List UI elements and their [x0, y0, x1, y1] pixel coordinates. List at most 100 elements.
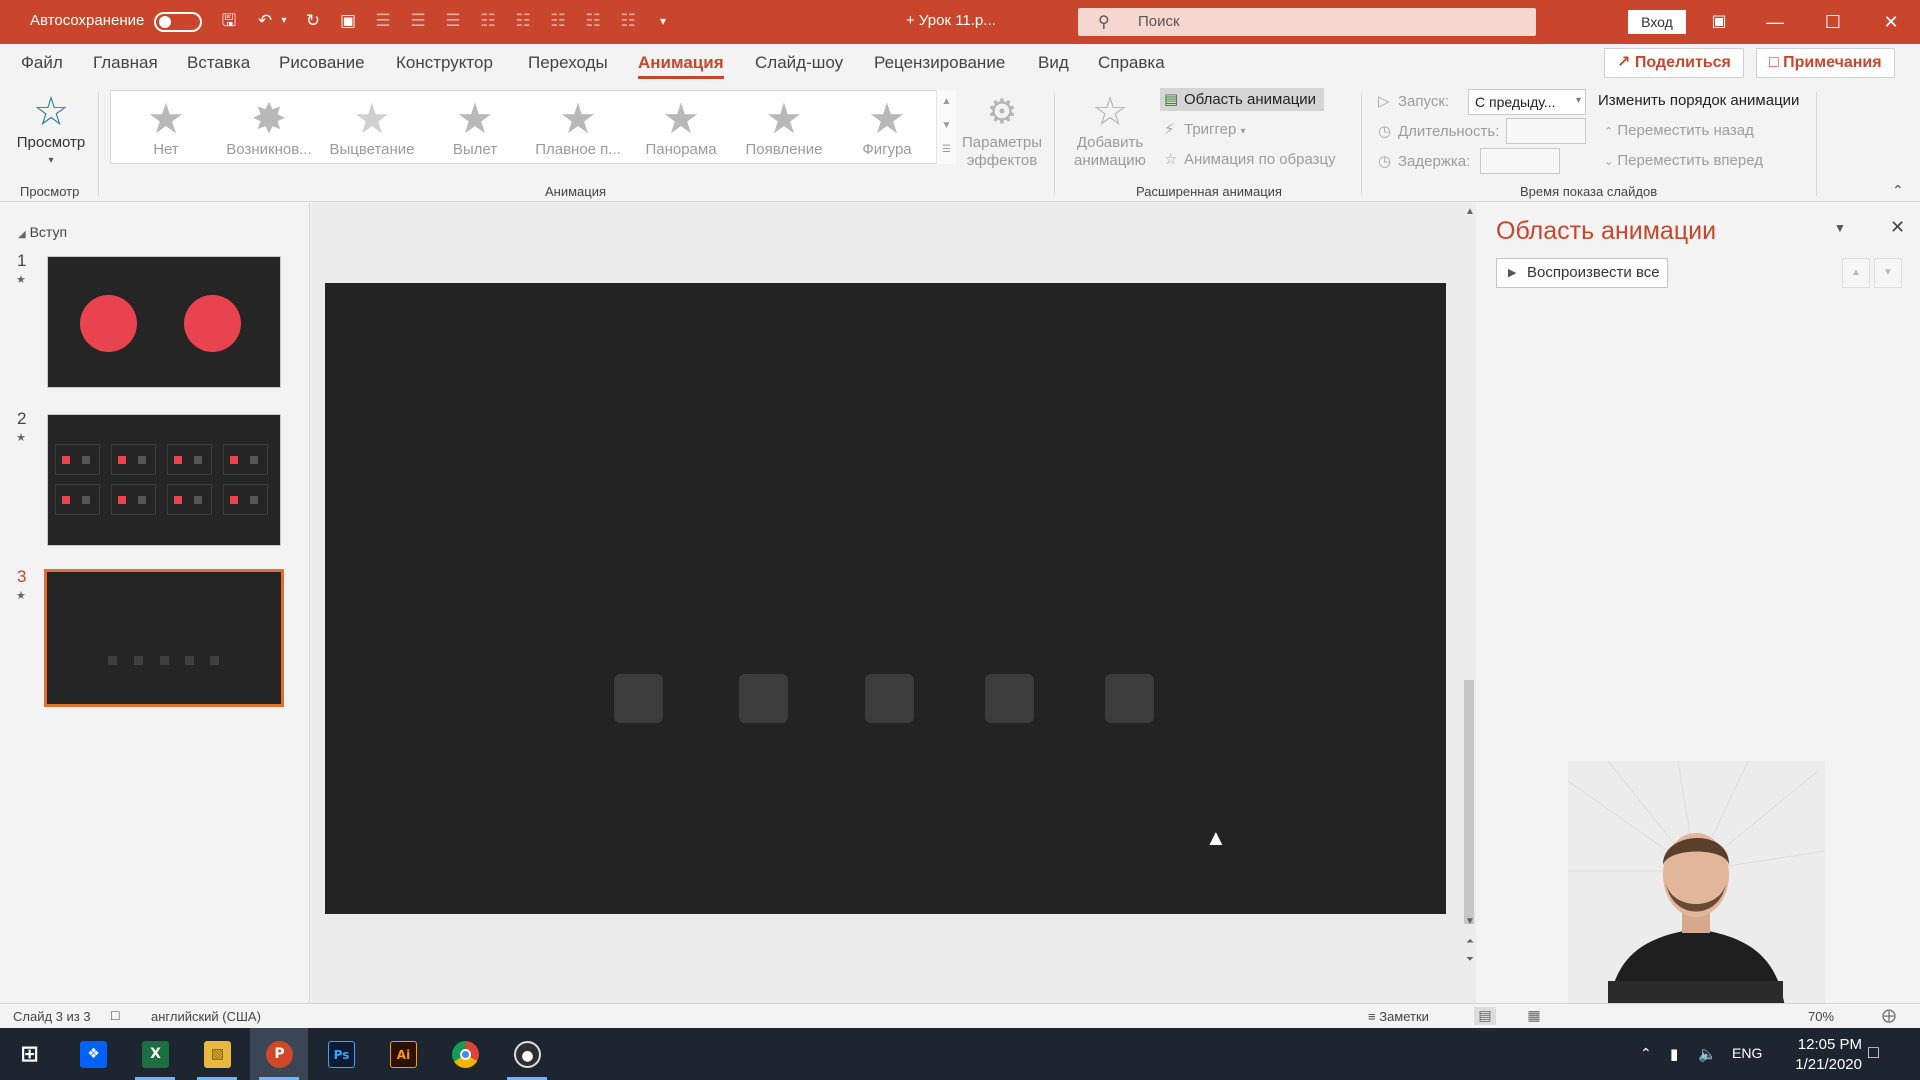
- animation-none[interactable]: ★ Нет: [116, 91, 216, 163]
- tab-insert[interactable]: Вставка: [187, 53, 250, 73]
- gallery-scroll[interactable]: ▲ ▼ ☰: [936, 90, 956, 164]
- move-forward-button[interactable]: ⌄ Переместить вперед: [1604, 152, 1763, 169]
- file-explorer-app[interactable]: ▧: [188, 1028, 246, 1080]
- normal-view-icon[interactable]: ▤: [1474, 1007, 1496, 1025]
- collapse-ribbon-icon[interactable]: ⌃: [1892, 182, 1904, 199]
- trigger-button[interactable]: ⚡ Триггер ▾: [1164, 120, 1246, 138]
- zoom-level[interactable]: 70%: [1808, 1009, 1834, 1024]
- windows-start-button[interactable]: ⊞: [0, 1028, 58, 1080]
- start-select[interactable]: С предыду... ▾: [1468, 89, 1586, 115]
- preview-button[interactable]: ☆ Просмотр ▾: [10, 90, 92, 170]
- animation-pan[interactable]: ★ Панорама: [631, 91, 731, 163]
- animation-pane-button[interactable]: ▤ Область анимации: [1160, 88, 1325, 111]
- save-icon[interactable]: 🖫: [218, 10, 240, 32]
- slide-sorter-icon[interactable]: ▦: [1523, 1007, 1545, 1025]
- notes-button[interactable]: ≡ Заметки: [1368, 1009, 1429, 1024]
- align-center-icon[interactable]: ☰: [407, 10, 429, 32]
- scroll-down-icon[interactable]: ▼: [1462, 916, 1478, 927]
- slide-square[interactable]: [985, 674, 1034, 723]
- sign-in-button[interactable]: Вход: [1628, 10, 1686, 34]
- slide-square[interactable]: [865, 674, 914, 723]
- tab-animations[interactable]: Анимация: [638, 53, 724, 79]
- gallery-down-icon[interactable]: ▼: [937, 114, 956, 138]
- delay-input[interactable]: [1480, 148, 1560, 174]
- slide-thumbnail-1[interactable]: [47, 256, 281, 388]
- gallery-more-icon[interactable]: ☰: [937, 138, 956, 162]
- scroll-up-icon[interactable]: ▲: [1462, 206, 1478, 217]
- animation-fade[interactable]: ★ Выцветание: [322, 91, 422, 163]
- close-pane-icon[interactable]: ✕: [1890, 217, 1905, 238]
- present-icon[interactable]: ▣: [337, 10, 359, 32]
- close-window-icon[interactable]: ✕: [1876, 8, 1906, 36]
- language-indicator[interactable]: английский (США): [151, 1009, 261, 1024]
- dropbox-app[interactable]: ❖: [64, 1028, 122, 1080]
- input-language[interactable]: ENG: [1732, 1045, 1762, 1061]
- align-left-icon[interactable]: ☰: [372, 10, 394, 32]
- slide-canvas[interactable]: [325, 283, 1446, 914]
- volume-icon[interactable]: 🔈: [1698, 1045, 1717, 1063]
- pane-options-icon[interactable]: ▼: [1834, 221, 1846, 235]
- redo-icon[interactable]: ↻: [302, 10, 324, 32]
- tab-design[interactable]: Конструктор: [396, 53, 493, 73]
- maximize-icon[interactable]: ☐: [1818, 8, 1848, 36]
- distribute-vertical-icon[interactable]: ☷: [617, 10, 639, 32]
- section-header[interactable]: ◢ Вступ: [18, 224, 67, 240]
- customize-qat-icon[interactable]: ▾: [652, 10, 674, 32]
- tray-expand-icon[interactable]: ⌃: [1640, 1045, 1652, 1062]
- slide-square[interactable]: [614, 674, 663, 723]
- animation-fly-in[interactable]: ★ Вылет: [425, 91, 525, 163]
- align-middle-icon[interactable]: ☷: [512, 10, 534, 32]
- move-up-icon[interactable]: ▲: [1842, 258, 1870, 288]
- photoshop-app[interactable]: Ps: [312, 1028, 370, 1080]
- duration-input[interactable]: [1506, 118, 1586, 144]
- fit-to-window-icon[interactable]: ⨁: [1878, 1007, 1900, 1025]
- ribbon-display-icon[interactable]: ▣: [1704, 8, 1734, 36]
- gallery-up-icon[interactable]: ▲: [937, 90, 956, 114]
- editor-scrollbar[interactable]: ▲ ▼ ⏶ ⏷: [1462, 206, 1478, 971]
- tab-draw[interactable]: Рисование: [279, 53, 365, 73]
- chrome-app[interactable]: [436, 1028, 494, 1080]
- slide-thumbnail-3[interactable]: [44, 569, 284, 707]
- obs-app[interactable]: ●: [498, 1028, 556, 1080]
- comments-button[interactable]: □ Примечания: [1756, 48, 1895, 78]
- slide-square[interactable]: [1105, 674, 1154, 723]
- share-button[interactable]: ↗ Поделиться: [1604, 48, 1744, 78]
- undo-dropdown-icon[interactable]: ▾: [278, 10, 290, 32]
- spellcheck-icon[interactable]: □: [111, 1007, 119, 1023]
- minimize-icon[interactable]: —: [1760, 8, 1790, 36]
- illustrator-app[interactable]: Ai: [374, 1028, 432, 1080]
- autosave-toggle[interactable]: [154, 12, 202, 32]
- scrollbar-thumb[interactable]: [1464, 680, 1474, 924]
- system-clock[interactable]: 12:05 PM 1/21/2020: [1768, 1035, 1862, 1075]
- distribute-horizontal-icon[interactable]: ☷: [582, 10, 604, 32]
- animation-wipe[interactable]: ★ Появление: [734, 91, 834, 163]
- tab-transitions[interactable]: Переходы: [528, 53, 608, 73]
- tab-file[interactable]: Файл: [21, 53, 63, 73]
- align-top-icon[interactable]: ☷: [477, 10, 499, 32]
- move-back-button[interactable]: ⌃ Переместить назад: [1604, 122, 1754, 139]
- move-down-icon[interactable]: ▼: [1874, 258, 1902, 288]
- animation-painter-button[interactable]: ☆ Анимация по образцу: [1164, 150, 1336, 168]
- notifications-icon[interactable]: □: [1868, 1042, 1879, 1063]
- tab-help[interactable]: Справка: [1098, 53, 1165, 73]
- tab-home[interactable]: Главная: [93, 53, 158, 73]
- effect-options-button[interactable]: ⚙ Параметры эффектов: [958, 90, 1046, 170]
- animation-shape[interactable]: ★ Фигура: [837, 91, 937, 163]
- powerpoint-app[interactable]: P: [250, 1028, 308, 1080]
- animation-float-in[interactable]: ★ Плавное п...: [528, 91, 628, 163]
- previous-slide-icon[interactable]: ⏶: [1462, 936, 1478, 947]
- search-box[interactable]: ⚲ Поиск: [1078, 8, 1536, 36]
- add-animation-button[interactable]: ☆ Добавить анимацию: [1064, 90, 1156, 170]
- slide-square[interactable]: [739, 674, 788, 723]
- excel-app[interactable]: X: [126, 1028, 184, 1080]
- battery-icon[interactable]: ▮: [1670, 1045, 1678, 1063]
- play-all-button[interactable]: ▶ Воспроизвести все: [1496, 258, 1668, 288]
- collapse-section-icon[interactable]: ◢: [18, 229, 26, 240]
- next-slide-icon[interactable]: ⏷: [1462, 954, 1478, 965]
- align-bottom-icon[interactable]: ☷: [547, 10, 569, 32]
- tab-slideshow[interactable]: Слайд-шоу: [755, 53, 843, 73]
- tab-view[interactable]: Вид: [1038, 53, 1069, 73]
- align-right-icon[interactable]: ☰: [442, 10, 464, 32]
- slide-thumbnail-2[interactable]: [47, 414, 281, 546]
- undo-icon[interactable]: ↶: [254, 10, 276, 32]
